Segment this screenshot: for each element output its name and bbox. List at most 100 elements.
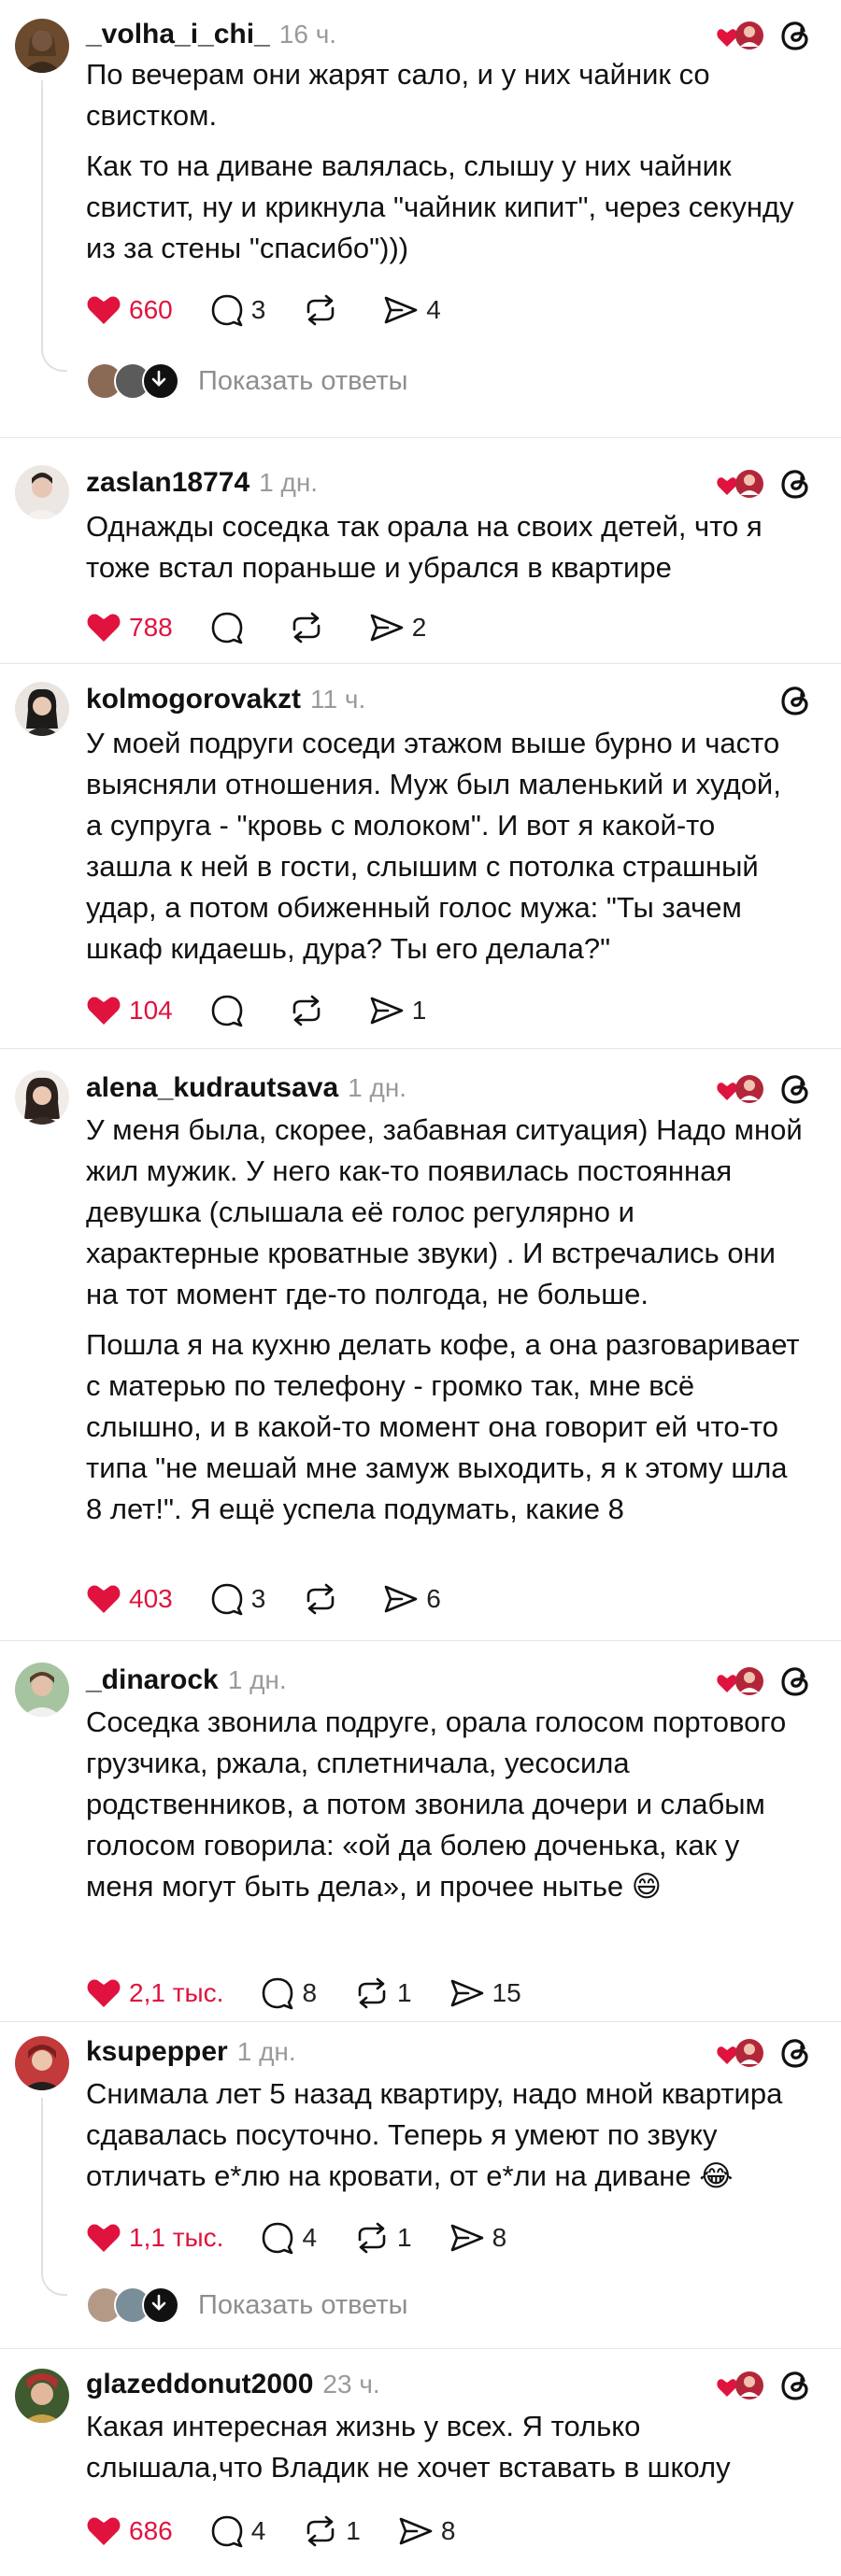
share-button[interactable]: 8: [449, 2222, 506, 2254]
heart-icon: [87, 296, 121, 324]
comment-count: 3: [250, 1584, 266, 1613]
avatar[interactable]: [15, 2369, 69, 2423]
post-paragraph: Какая интересная жизнь у всех. Я только …: [86, 2410, 731, 2484]
comment-button[interactable]: 4: [261, 2221, 317, 2255]
like-button[interactable]: 788: [86, 612, 173, 644]
heart-icon: [87, 614, 121, 642]
heart-icon: [87, 1979, 121, 2007]
threads-logo-icon[interactable]: [777, 17, 815, 54]
username[interactable]: glazeddonut2000 23 ч.: [86, 2369, 380, 2400]
show-replies-button[interactable]: Показать ответы: [86, 2285, 407, 2326]
share-button[interactable]: 1: [369, 995, 427, 1026]
comment-button[interactable]: 3: [210, 1582, 266, 1616]
repost-count: 1: [346, 2516, 361, 2545]
avatar[interactable]: [15, 682, 69, 736]
threads-logo-icon[interactable]: [777, 1663, 815, 1700]
repost-icon: [292, 612, 321, 644]
share-button[interactable]: 8: [398, 2515, 456, 2547]
divider: [0, 437, 841, 438]
comment-icon: [263, 1977, 293, 2010]
thread-line: [41, 80, 43, 351]
post-actions: 1,1 тыс. 4 1 8: [86, 2219, 544, 2257]
show-replies-button[interactable]: Показать ответы: [86, 361, 407, 402]
post-text: Соседка звонила подруге, орала голосом п…: [86, 1702, 804, 1907]
repost-icon: [306, 1583, 335, 1615]
username[interactable]: _volha_i_chi_ 16 ч.: [86, 19, 336, 50]
repost-button[interactable]: 1: [354, 2221, 412, 2255]
repost-button[interactable]: [289, 611, 332, 644]
share-icon: [450, 2224, 483, 2252]
comment-icon: [211, 1583, 243, 1616]
like-button[interactable]: 104: [86, 995, 173, 1026]
avatar[interactable]: [15, 19, 69, 73]
share-button[interactable]: 15: [449, 1977, 521, 2009]
repost-button[interactable]: [289, 994, 332, 1027]
divider: [0, 1048, 841, 1049]
share-count: 15: [492, 1978, 521, 2007]
share-icon: [450, 1979, 483, 2007]
chevron-down-icon: [142, 362, 179, 400]
post-paragraph: У моей подруги соседи этажом выше бурно …: [86, 727, 781, 965]
comment-button[interactable]: 4: [210, 2514, 265, 2548]
avatar[interactable]: [15, 1070, 69, 1125]
comment-button[interactable]: 3: [210, 293, 266, 327]
comment-button[interactable]: [210, 611, 251, 644]
show-replies-label: Показать ответы: [198, 365, 408, 396]
repost-icon: [306, 2515, 335, 2547]
share-button[interactable]: 2: [369, 612, 426, 644]
username[interactable]: ksupepper 1 дн.: [86, 2036, 296, 2068]
comment-icon: [211, 294, 243, 327]
like-button[interactable]: 660: [86, 294, 173, 326]
post-text: Какая интересная жизнь у всех. Я только …: [86, 2406, 804, 2488]
post-time: 16 ч.: [278, 20, 337, 49]
threads-logo-icon[interactable]: [777, 465, 815, 502]
post-text: По вечерам они жарят сало, и у них чайни…: [86, 54, 804, 269]
like-button[interactable]: 403: [86, 1583, 173, 1615]
post-time: 23 ч.: [322, 2370, 380, 2399]
share-count: 1: [411, 996, 427, 1025]
post-paragraph: Однажды соседка так орала на своих детей…: [86, 510, 763, 584]
post-paragraph: Соседка звонила подруге, орала голосом п…: [86, 1706, 787, 1903]
post-time: 1 дн.: [348, 1073, 407, 1102]
username[interactable]: kolmogorovakzt 11 ч.: [86, 684, 365, 715]
post-paragraph: У меня была, скорее, забавная ситуация) …: [86, 1113, 803, 1310]
share-button[interactable]: 6: [383, 1583, 441, 1615]
like-button[interactable]: 1,1 тыс.: [86, 2222, 223, 2254]
like-button[interactable]: 2,1 тыс.: [86, 1977, 223, 2009]
comment-button[interactable]: 8: [261, 1976, 317, 2010]
avatar[interactable]: [15, 465, 69, 519]
threads-logo-icon[interactable]: [777, 2367, 815, 2404]
like-count: 1,1 тыс.: [129, 2223, 224, 2252]
username[interactable]: _dinarock 1 дн.: [86, 1664, 287, 1696]
username[interactable]: zaslan18774 1 дн.: [86, 467, 318, 499]
username[interactable]: alena_kudrautsava 1 дн.: [86, 1072, 406, 1104]
comment-icon: [211, 612, 243, 644]
repost-button[interactable]: [303, 293, 346, 327]
like-count: 660: [129, 295, 173, 324]
comment-count: 3: [250, 295, 266, 324]
share-button[interactable]: 4: [383, 294, 441, 326]
comment-button[interactable]: [210, 994, 251, 1027]
liked-by-author-badge-icon: [717, 470, 763, 498]
threads-logo-icon[interactable]: [777, 1070, 815, 1108]
repost-icon: [292, 995, 321, 1026]
avatar[interactable]: [15, 1663, 69, 1717]
like-count: 686: [129, 2516, 173, 2545]
avatar[interactable]: [15, 2036, 69, 2090]
liked-by-author-badge-icon: [717, 1667, 763, 1695]
repost-count: 1: [397, 2223, 412, 2252]
share-count: 8: [440, 2516, 456, 2545]
repost-button[interactable]: 1: [303, 2514, 361, 2548]
repost-icon: [358, 2222, 386, 2254]
thread-line: [41, 2098, 43, 2275]
post-paragraph: Снимала лет 5 назад квартиру, надо мной …: [86, 2077, 783, 2192]
divider: [0, 2348, 841, 2349]
liked-by-author-badge-icon: [717, 1075, 763, 1103]
divider: [0, 663, 841, 664]
liked-by-author-badge-icon: [717, 2371, 763, 2399]
like-button[interactable]: 686: [86, 2515, 173, 2547]
threads-logo-icon[interactable]: [777, 2034, 815, 2072]
repost-button[interactable]: [303, 1582, 346, 1616]
threads-logo-icon[interactable]: [777, 682, 815, 719]
repost-button[interactable]: 1: [354, 1976, 412, 2010]
